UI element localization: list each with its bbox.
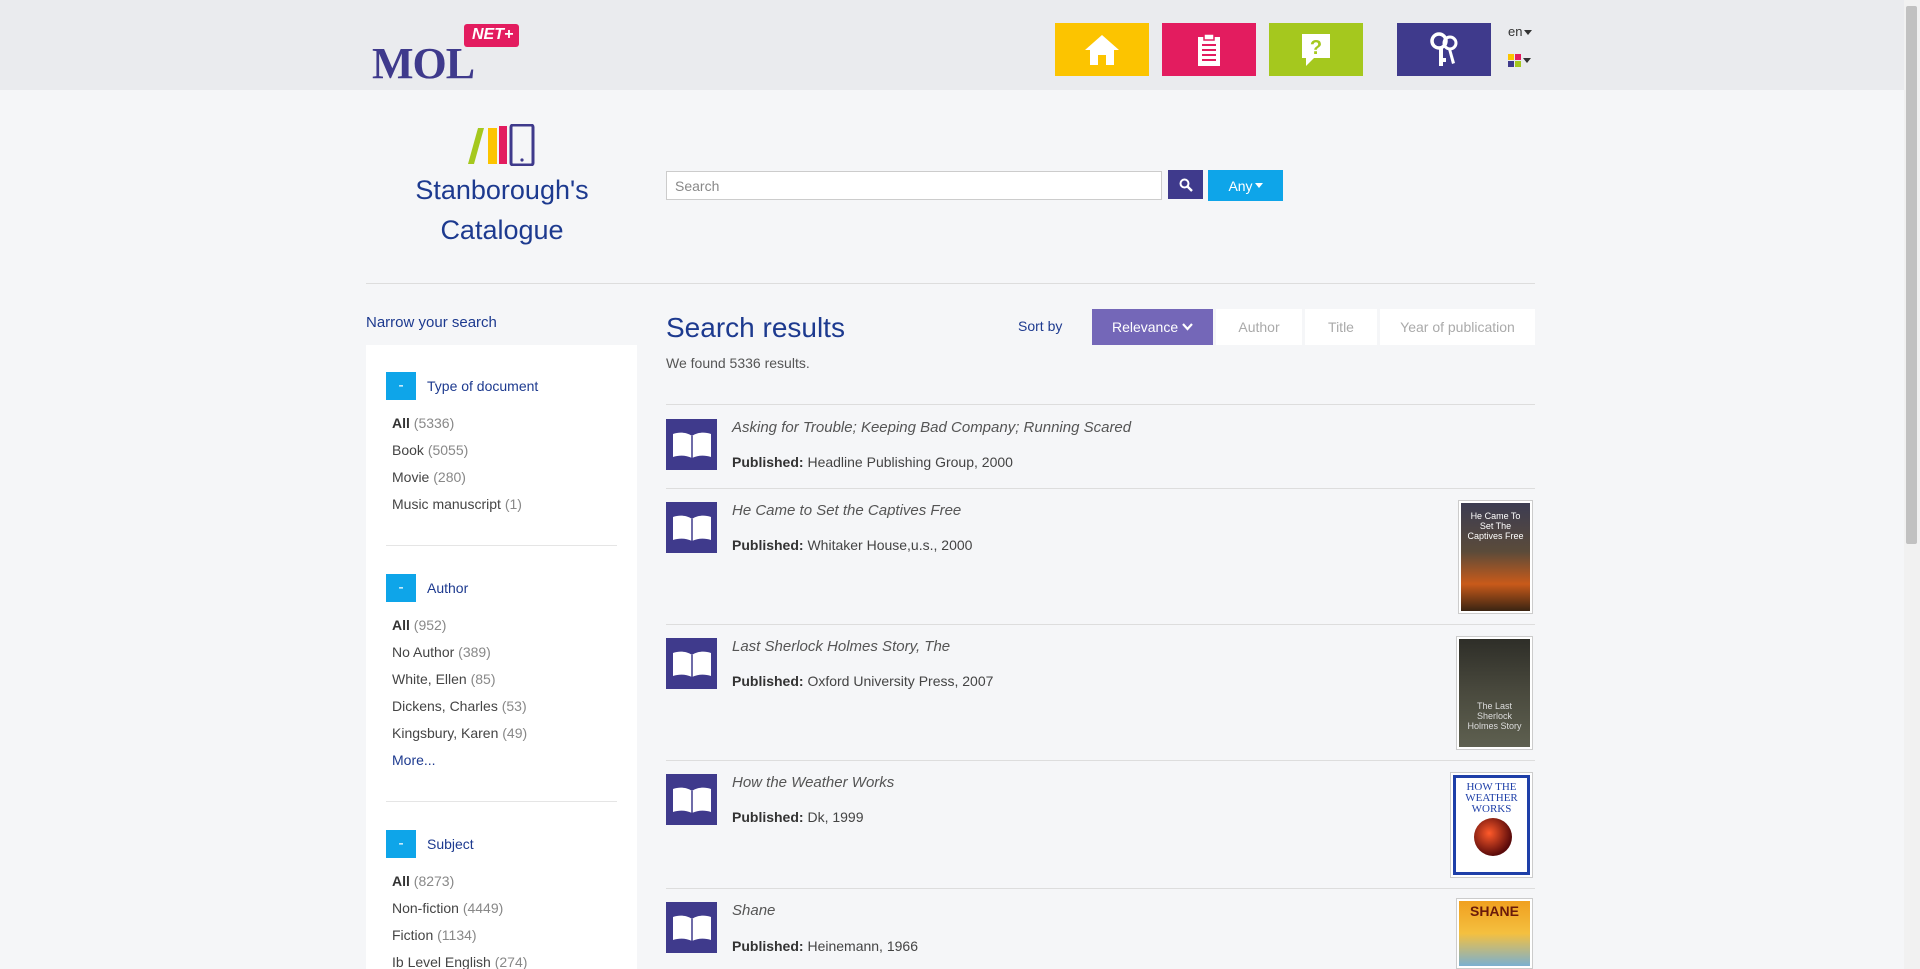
- result-divider: [666, 760, 1535, 761]
- result-title[interactable]: Shane: [732, 902, 775, 919]
- facet-sidebar: - Type of document All (5336) Book (5055…: [366, 345, 637, 969]
- facet-item[interactable]: Non-fiction (4449): [386, 895, 617, 922]
- results-count: We found 5336 results.: [666, 355, 810, 371]
- login-button[interactable]: [1397, 23, 1491, 76]
- search-scope-dropdown[interactable]: Any: [1208, 170, 1283, 201]
- theme-selector[interactable]: [1508, 54, 1531, 67]
- facet-item[interactable]: All (952): [386, 612, 617, 639]
- help-button[interactable]: ?: [1269, 23, 1363, 76]
- catalogue-title: Stanborough's Catalogue: [380, 170, 624, 250]
- book-type-badge: [666, 774, 717, 825]
- facet-item[interactable]: All (8273): [386, 868, 617, 895]
- language-label: en: [1508, 24, 1523, 39]
- more-authors-link[interactable]: More...: [386, 747, 617, 774]
- logo-text: MOL: [372, 39, 475, 88]
- result-published: Published: Heinemann, 1966: [732, 938, 918, 954]
- molnet-logo[interactable]: MOL NET+: [372, 24, 532, 88]
- search-scope-label: Any: [1228, 177, 1253, 194]
- sort-year-button[interactable]: Year of publication: [1380, 309, 1535, 345]
- home-icon: [1085, 34, 1119, 65]
- result-title[interactable]: Last Sherlock Holmes Story, The: [732, 638, 950, 655]
- book-cover[interactable]: SHANE: [1456, 898, 1533, 969]
- result-title[interactable]: Asking for Trouble; Keeping Bad Company;…: [732, 419, 1131, 436]
- result-divider: [666, 404, 1535, 405]
- result-published: Published: Dk, 1999: [732, 809, 864, 825]
- top-header: [0, 0, 1904, 90]
- facet-subject: - Subject All (8273) Non-fiction (4449) …: [386, 830, 617, 969]
- facet-divider: [386, 801, 617, 802]
- sort-title-button[interactable]: Title: [1305, 309, 1377, 345]
- open-book-icon: [672, 915, 711, 941]
- language-selector[interactable]: en: [1508, 24, 1533, 39]
- palette-icon: [1508, 54, 1521, 67]
- search-button[interactable]: [1168, 170, 1203, 199]
- book-type-badge: [666, 638, 717, 689]
- reservations-button[interactable]: [1162, 23, 1256, 76]
- open-book-icon: [672, 787, 711, 813]
- narrow-search-heading: Narrow your search: [366, 314, 497, 331]
- facet-item[interactable]: All (5336): [386, 410, 617, 437]
- open-book-icon: [672, 651, 711, 677]
- facet-collapse-button[interactable]: -: [386, 830, 416, 858]
- open-book-icon: [672, 432, 711, 458]
- facet-author: - Author All (952) No Author (389) White…: [386, 574, 617, 774]
- chevron-down-icon: [1523, 58, 1531, 63]
- sort-label: Sort by: [1018, 318, 1063, 334]
- scrollbar-thumb[interactable]: [1906, 6, 1917, 544]
- facet-divider: [386, 545, 617, 546]
- book-cover[interactable]: He Came To Set The Captives Free: [1458, 500, 1533, 614]
- facet-collapse-button[interactable]: -: [386, 574, 416, 602]
- search-icon: [1179, 178, 1193, 192]
- facet-collapse-button[interactable]: -: [386, 372, 416, 400]
- book-type-badge: [666, 419, 717, 470]
- search-input[interactable]: [666, 171, 1162, 200]
- result-title[interactable]: How the Weather Works: [732, 774, 894, 791]
- help-icon: ?: [1302, 33, 1330, 66]
- facet-label: Type of document: [427, 378, 539, 394]
- result-published: Published: Whitaker House,u.s., 2000: [732, 537, 973, 553]
- results-title: Search results: [666, 312, 845, 343]
- sort-author-button[interactable]: Author: [1216, 309, 1302, 345]
- facet-item[interactable]: Music manuscript (1): [386, 491, 617, 518]
- keys-icon: [1430, 31, 1458, 66]
- book-cover[interactable]: HOW THE WEATHER WORKS: [1450, 772, 1533, 878]
- result-published: Published: Oxford University Press, 2007: [732, 673, 994, 689]
- facet-item[interactable]: Fiction (1134): [386, 922, 617, 949]
- facet-item[interactable]: Ib Level English (274): [386, 949, 617, 969]
- result-divider: [666, 488, 1535, 489]
- facet-label: Author: [427, 580, 469, 596]
- result-published: Published: Headline Publishing Group, 20…: [732, 454, 1013, 470]
- svg-text:?: ?: [1310, 37, 1322, 59]
- header-divider: [366, 283, 1535, 284]
- facet-label: Subject: [427, 836, 474, 852]
- result-divider: [666, 624, 1535, 625]
- sort-relevance-button[interactable]: Relevance: [1092, 309, 1213, 345]
- book-type-badge: [666, 502, 717, 553]
- facet-item[interactable]: Movie (280): [386, 464, 617, 491]
- facet-item[interactable]: Book (5055): [386, 437, 617, 464]
- catalogue-title-line2: Catalogue: [440, 215, 564, 245]
- facet-item[interactable]: Kingsbury, Karen (49): [386, 720, 617, 747]
- chevron-down-icon: [1254, 183, 1263, 188]
- facet-type-of-document: - Type of document All (5336) Book (5055…: [386, 372, 617, 518]
- catalogue-title-line1: Stanborough's: [415, 175, 589, 205]
- facet-item[interactable]: No Author (389): [386, 639, 617, 666]
- book-type-badge: [666, 902, 717, 953]
- logo-badge: NET+: [464, 24, 520, 47]
- chevron-down-icon: [1524, 30, 1533, 36]
- result-divider: [666, 888, 1535, 889]
- open-book-icon: [672, 515, 711, 541]
- catalogue-icon: [468, 124, 535, 166]
- chevron-down-icon: [1182, 323, 1193, 331]
- facet-item[interactable]: Dickens, Charles (53): [386, 693, 617, 720]
- facet-item[interactable]: White, Ellen (85): [386, 666, 617, 693]
- home-button[interactable]: [1055, 23, 1149, 76]
- clipboard-icon: [1198, 32, 1220, 66]
- book-cover[interactable]: The Last Sherlock Holmes Story: [1456, 636, 1533, 750]
- result-title[interactable]: He Came to Set the Captives Free: [732, 502, 961, 519]
